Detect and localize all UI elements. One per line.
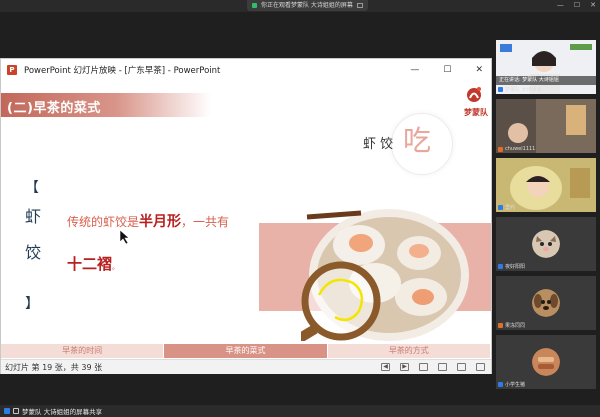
meeting-window-controls: — ☐ ✕	[557, 1, 596, 10]
slide-canvas[interactable]: (二)早茶的菜式 梦蒙队 吃 虾饺 【 虾 饺 】 传统的虾饺是半月形，一共有 …	[1, 81, 491, 343]
participant-tile[interactable]: 夜好阳阳	[496, 217, 596, 271]
dumpling-photo	[301, 209, 469, 341]
mic-icon	[498, 87, 503, 92]
big-character: 吃	[403, 124, 432, 157]
participant-tile[interactable]: 果冻同同	[496, 276, 596, 330]
mic-icon	[498, 205, 503, 210]
powerpoint-window: P PowerPoint 幻灯片放映 - [广东早茶] - PowerPoint…	[0, 58, 492, 374]
mic-off-icon	[498, 323, 503, 328]
participant-tile[interactable]: 里约	[496, 158, 596, 212]
share-label: 梦蒙队 大诗姐姐的屏幕共享	[22, 408, 103, 416]
participant-video	[496, 99, 596, 153]
food-avatar-icon	[532, 348, 560, 376]
participant-label: 里约	[498, 204, 515, 211]
puppy-avatar-icon	[532, 289, 560, 317]
desc-prefix: 传统的虾饺是	[67, 215, 140, 229]
participant-label: chuwei1111	[498, 146, 535, 152]
share-notice-pill[interactable]: 你正在观看梦蒙队 大诗姐姐的屏幕	[247, 0, 368, 11]
window-titlebar: P PowerPoint 幻灯片放映 - [广东早茶] - PowerPoint…	[1, 59, 491, 81]
view-mode-icon[interactable]	[356, 3, 363, 8]
desc-suffix: ，一共有	[181, 215, 230, 229]
user-icon	[4, 408, 10, 414]
desc-highlight: 半月形	[139, 214, 182, 230]
participant-tile[interactable]: 正在讲话: 梦蒙队 大诗姐姐 梦蒙队 大诗姐姐	[496, 40, 596, 94]
description-line-2: 十二褶。	[67, 253, 119, 274]
avatar	[532, 289, 560, 317]
next-slide-icon[interactable]: ▶	[400, 363, 409, 371]
window-title: PowerPoint 幻灯片放映 - [广东早茶] - PowerPoint	[24, 66, 221, 76]
meeting-top-bar: 你正在观看梦蒙队 大诗姐姐的屏幕 — ☐ ✕	[0, 0, 600, 12]
window-controls: — ☐ ✕	[410, 65, 483, 75]
normal-view-icon[interactable]	[419, 363, 428, 371]
mic-icon	[498, 382, 503, 387]
brand-mark-icon	[467, 87, 481, 102]
mouse-cursor-icon	[119, 229, 130, 245]
maximize-icon[interactable]: ☐	[574, 1, 580, 10]
prev-slide-icon[interactable]: ◀	[381, 363, 390, 371]
minimize-icon[interactable]: —	[557, 1, 564, 10]
dish-name: 虾饺	[363, 137, 398, 152]
slide-counter: 幻灯片 第 19 张，共 39 张	[5, 363, 103, 372]
tab-dishes[interactable]: 早茶的菜式	[164, 344, 328, 358]
brand-name: 梦蒙队	[464, 108, 488, 117]
section-title: (二)早茶的菜式	[7, 101, 101, 116]
tab-time[interactable]: 早茶的时间	[1, 344, 165, 358]
share-status-icon	[252, 3, 257, 8]
brand-logo: 梦蒙队	[459, 83, 489, 123]
status-bar: 幻灯片 第 19 张，共 39 张 ◀ ▶	[1, 359, 491, 374]
participant-label: 梦蒙队 大诗姐姐	[498, 86, 542, 93]
participant-label: 小学生猪	[498, 381, 525, 388]
avatar	[532, 230, 560, 258]
screen-share-icon	[13, 408, 19, 414]
desc-end: 。	[112, 263, 120, 271]
sorter-view-icon[interactable]	[457, 363, 466, 371]
tab-way[interactable]: 早茶的方式	[327, 344, 491, 358]
reading-view-icon[interactable]	[438, 363, 447, 371]
screen: 你正在观看梦蒙队 大诗姐姐的屏幕 — ☐ ✕ P PowerPoint 幻灯片放…	[0, 0, 600, 417]
close-button[interactable]: ✕	[475, 65, 483, 75]
bracket-close: 】	[25, 296, 39, 312]
participant-label: 果冻同同	[498, 322, 525, 329]
participant-tile[interactable]: chuwei1111	[496, 99, 596, 153]
participant-label: 夜好阳阳	[498, 263, 525, 270]
bracket-open: 【	[25, 180, 39, 196]
close-icon[interactable]: ✕	[590, 1, 596, 10]
share-notice-text: 你正在观看梦蒙队 大诗姐姐的屏幕	[261, 2, 353, 9]
powerpoint-logo-icon: P	[7, 65, 17, 75]
vertical-char-2: 饺	[25, 243, 42, 262]
meeting-bottom-bar: 梦蒙队 大诗姐姐的屏幕共享	[0, 405, 600, 417]
desc-count: 十二褶	[67, 255, 113, 273]
mic-off-icon	[498, 146, 503, 152]
mic-icon	[498, 264, 503, 269]
participants-panel: 正在讲话: 梦蒙队 大诗姐姐 梦蒙队 大诗姐姐 chuwei1111 里约 夜好…	[496, 40, 596, 396]
slide-nav-tabs: 早茶的时间 早茶的菜式 早茶的方式	[1, 344, 491, 358]
vertical-char-1: 虾	[25, 207, 42, 226]
maximize-button[interactable]: ☐	[443, 65, 451, 75]
description-line-1: 传统的虾饺是半月形，一共有	[67, 211, 229, 231]
status-controls: ◀ ▶	[381, 363, 485, 371]
participant-tile[interactable]: 小学生猪	[496, 335, 596, 389]
slideshow-view-icon[interactable]	[476, 363, 485, 371]
cat-avatar-icon	[532, 230, 560, 258]
minimize-button[interactable]: —	[410, 65, 419, 75]
speaking-indicator: 正在讲话: 梦蒙队 大诗姐姐	[496, 76, 596, 85]
avatar	[532, 348, 560, 376]
